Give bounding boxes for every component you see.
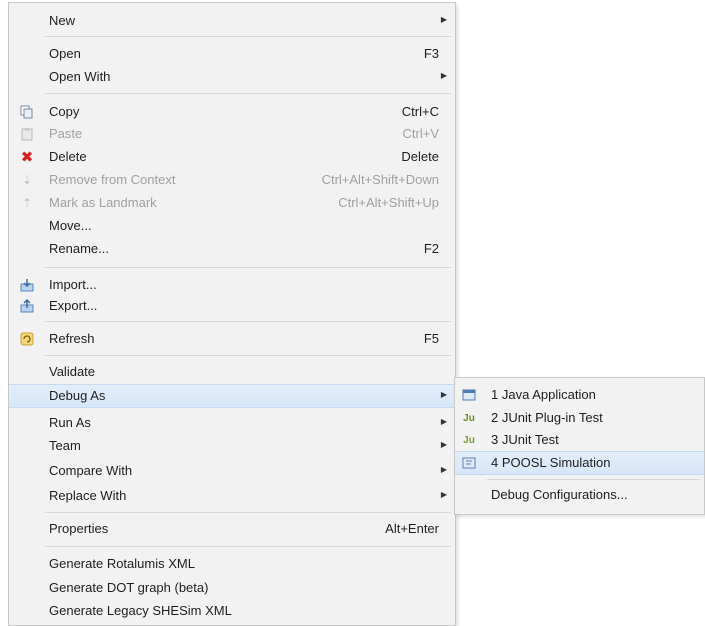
submenu-item-java-application[interactable]: 1 Java Application bbox=[455, 384, 704, 406]
menu-item-label: New bbox=[49, 13, 76, 28]
submenu-arrow-icon: ▶ bbox=[440, 417, 447, 426]
menu-item-label: Export... bbox=[49, 298, 98, 313]
menu-item-delete[interactable]: ✖ Delete Delete bbox=[9, 146, 455, 168]
menu-item-label: Generate DOT graph (beta) bbox=[49, 580, 209, 595]
submenu-item-label: Debug Configurations... bbox=[491, 487, 628, 502]
menu-item-rename[interactable]: Rename... F2 bbox=[9, 238, 455, 260]
import-icon bbox=[19, 277, 35, 293]
submenu-item-debug-configurations[interactable]: Debug Configurations... bbox=[455, 484, 704, 506]
export-icon bbox=[19, 298, 35, 314]
delete-icon: ✖ bbox=[20, 149, 34, 166]
menu-item-label: Delete bbox=[49, 149, 87, 164]
context-menu: New ▶ Open F3 Open With ▶ Copy Ctrl+C Pa… bbox=[8, 2, 456, 626]
menu-item-shortcut: Delete bbox=[401, 149, 439, 164]
menu-item-export[interactable]: Export... bbox=[9, 295, 455, 317]
junit-plugin-icon: Ju bbox=[463, 412, 475, 424]
submenu-arrow-icon: ▶ bbox=[440, 440, 447, 449]
menu-item-generate-dot-graph[interactable]: Generate DOT graph (beta) bbox=[9, 577, 455, 599]
submenu-arrow-icon: ▶ bbox=[440, 15, 447, 24]
menu-separator bbox=[45, 267, 451, 268]
menu-item-open-with[interactable]: Open With ▶ bbox=[9, 66, 455, 88]
menu-item-label: Import... bbox=[49, 277, 97, 292]
menu-item-shortcut: Ctrl+V bbox=[402, 126, 439, 141]
menu-item-label: Debug As bbox=[49, 388, 106, 403]
submenu-item-poosl-simulation[interactable]: 4 POOSL Simulation bbox=[455, 451, 704, 475]
submenu-item-label: 1 Java Application bbox=[491, 387, 596, 402]
menu-item-open[interactable]: Open F3 bbox=[9, 43, 455, 65]
menu-item-shortcut: Ctrl+Alt+Shift+Down bbox=[321, 172, 439, 187]
remove-context-icon: ⇣ bbox=[21, 173, 33, 187]
menu-item-replace-with[interactable]: Replace With ▶ bbox=[9, 485, 455, 507]
menu-item-label: Replace With bbox=[49, 488, 127, 503]
copy-icon bbox=[19, 104, 35, 120]
menu-item-refresh[interactable]: Refresh F5 bbox=[9, 328, 455, 350]
submenu-item-label: 3 JUnit Test bbox=[491, 432, 559, 447]
menu-item-generate-rotalumis-xml[interactable]: Generate Rotalumis XML bbox=[9, 553, 455, 575]
menu-item-label: Refresh bbox=[49, 331, 95, 346]
submenu-arrow-icon: ▶ bbox=[440, 71, 447, 80]
menu-item-shortcut: Ctrl+Alt+Shift+Up bbox=[338, 195, 439, 210]
java-app-icon bbox=[461, 387, 477, 403]
menu-item-compare-with[interactable]: Compare With ▶ bbox=[9, 460, 455, 482]
menu-item-label: Mark as Landmark bbox=[49, 195, 157, 210]
menu-item-shortcut: F3 bbox=[423, 46, 439, 61]
menu-item-run-as[interactable]: Run As ▶ bbox=[9, 412, 455, 434]
menu-separator bbox=[45, 546, 451, 547]
menu-item-shortcut: F2 bbox=[423, 241, 439, 256]
menu-item-import[interactable]: Import... bbox=[9, 274, 455, 296]
menu-item-mark-as-landmark[interactable]: ⇡ Mark as Landmark Ctrl+Alt+Shift+Up bbox=[9, 192, 455, 214]
menu-item-label: Paste bbox=[49, 126, 83, 141]
debug-as-submenu: 1 Java Application Ju 2 JUnit Plug-in Te… bbox=[454, 377, 705, 515]
submenu-arrow-icon: ▶ bbox=[440, 465, 447, 474]
poosl-icon bbox=[461, 455, 477, 471]
menu-item-shortcut: F5 bbox=[423, 331, 439, 346]
submenu-item-label: 2 JUnit Plug-in Test bbox=[491, 410, 603, 425]
menu-item-label: Validate bbox=[49, 364, 96, 379]
menu-item-shortcut: Ctrl+C bbox=[401, 104, 439, 119]
menu-item-label: Copy bbox=[49, 104, 80, 119]
submenu-arrow-icon: ▶ bbox=[440, 390, 447, 399]
submenu-item-junit-plugin-test[interactable]: Ju 2 JUnit Plug-in Test bbox=[455, 407, 704, 429]
menu-item-validate[interactable]: Validate bbox=[9, 361, 455, 383]
menu-item-label: Properties bbox=[49, 521, 109, 536]
junit-icon: Ju bbox=[463, 434, 475, 446]
menu-item-label: Open bbox=[49, 46, 81, 61]
menu-item-label: Run As bbox=[49, 415, 91, 430]
submenu-arrow-icon: ▶ bbox=[440, 490, 447, 499]
menu-item-generate-legacy-shesim-xml[interactable]: Generate Legacy SHESim XML bbox=[9, 600, 455, 622]
submenu-item-label: 4 POOSL Simulation bbox=[491, 455, 611, 470]
refresh-icon bbox=[19, 331, 35, 347]
menu-item-label: Move... bbox=[49, 218, 92, 233]
menu-separator bbox=[45, 36, 451, 37]
menu-item-properties[interactable]: Properties Alt+Enter bbox=[9, 518, 455, 540]
landmark-icon: ⇡ bbox=[21, 196, 33, 210]
menu-item-label: Compare With bbox=[49, 463, 133, 478]
menu-item-label: Open With bbox=[49, 69, 111, 84]
menu-item-label: Remove from Context bbox=[49, 172, 176, 187]
menu-item-remove-from-context[interactable]: ⇣ Remove from Context Ctrl+Alt+Shift+Dow… bbox=[9, 169, 455, 191]
menu-item-copy[interactable]: Copy Ctrl+C bbox=[9, 101, 455, 123]
menu-item-label: Team bbox=[49, 438, 81, 453]
menu-item-label: Rename... bbox=[49, 241, 109, 256]
menu-item-paste[interactable]: Paste Ctrl+V bbox=[9, 123, 455, 145]
menu-separator bbox=[45, 93, 451, 94]
menu-separator bbox=[45, 321, 451, 322]
menu-item-label: Generate Rotalumis XML bbox=[49, 556, 195, 571]
menu-item-label: Generate Legacy SHESim XML bbox=[49, 603, 232, 618]
menu-separator bbox=[487, 479, 700, 480]
menu-separator bbox=[45, 355, 451, 356]
menu-separator bbox=[45, 512, 451, 513]
paste-icon bbox=[19, 126, 35, 142]
submenu-item-junit-test[interactable]: Ju 3 JUnit Test bbox=[455, 429, 704, 451]
menu-item-move[interactable]: Move... bbox=[9, 215, 455, 237]
menu-item-debug-as[interactable]: Debug As ▶ bbox=[9, 384, 455, 408]
menu-item-team[interactable]: Team ▶ bbox=[9, 435, 455, 457]
menu-item-new[interactable]: New ▶ bbox=[9, 10, 455, 32]
menu-item-shortcut: Alt+Enter bbox=[385, 521, 439, 536]
